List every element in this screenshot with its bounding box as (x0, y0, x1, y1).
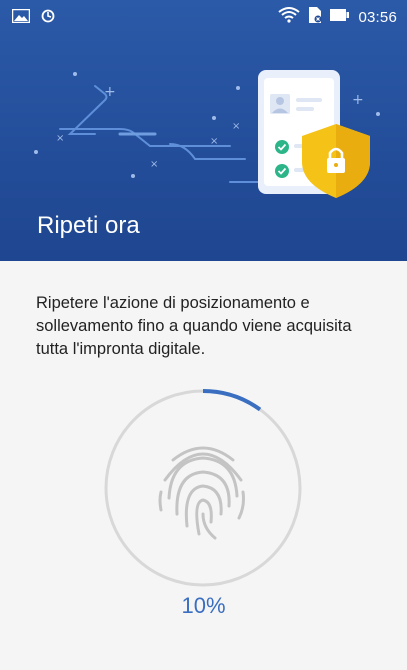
progress-track (104, 389, 302, 587)
security-illustration: + + × × × × (34, 70, 380, 198)
svg-text:+: + (352, 92, 364, 108)
sync-icon (40, 8, 56, 28)
svg-text:×: × (56, 133, 64, 144)
fingerprint-icon (158, 446, 245, 540)
svg-text:+: + (104, 84, 116, 100)
clock: 03:56 (358, 8, 397, 26)
image-icon (11, 8, 31, 27)
wifi-icon (278, 7, 301, 27)
progress-arc (202, 389, 262, 412)
battery-icon (330, 8, 350, 26)
instruction-text: Ripetere l'azione di posizionamento e so… (36, 294, 352, 358)
status-bar: 03:56 (0, 0, 407, 34)
sim-icon (308, 6, 322, 28)
svg-text:×: × (232, 121, 240, 132)
svg-text:×: × (150, 159, 158, 170)
header-banner: 03:56 + + × × × × Ripeti ora (0, 0, 407, 261)
page-title: Ripeti ora (37, 212, 140, 239)
svg-text:×: × (210, 136, 218, 147)
progress-ring (103, 388, 303, 588)
progress-percentage: 10% (181, 593, 226, 618)
